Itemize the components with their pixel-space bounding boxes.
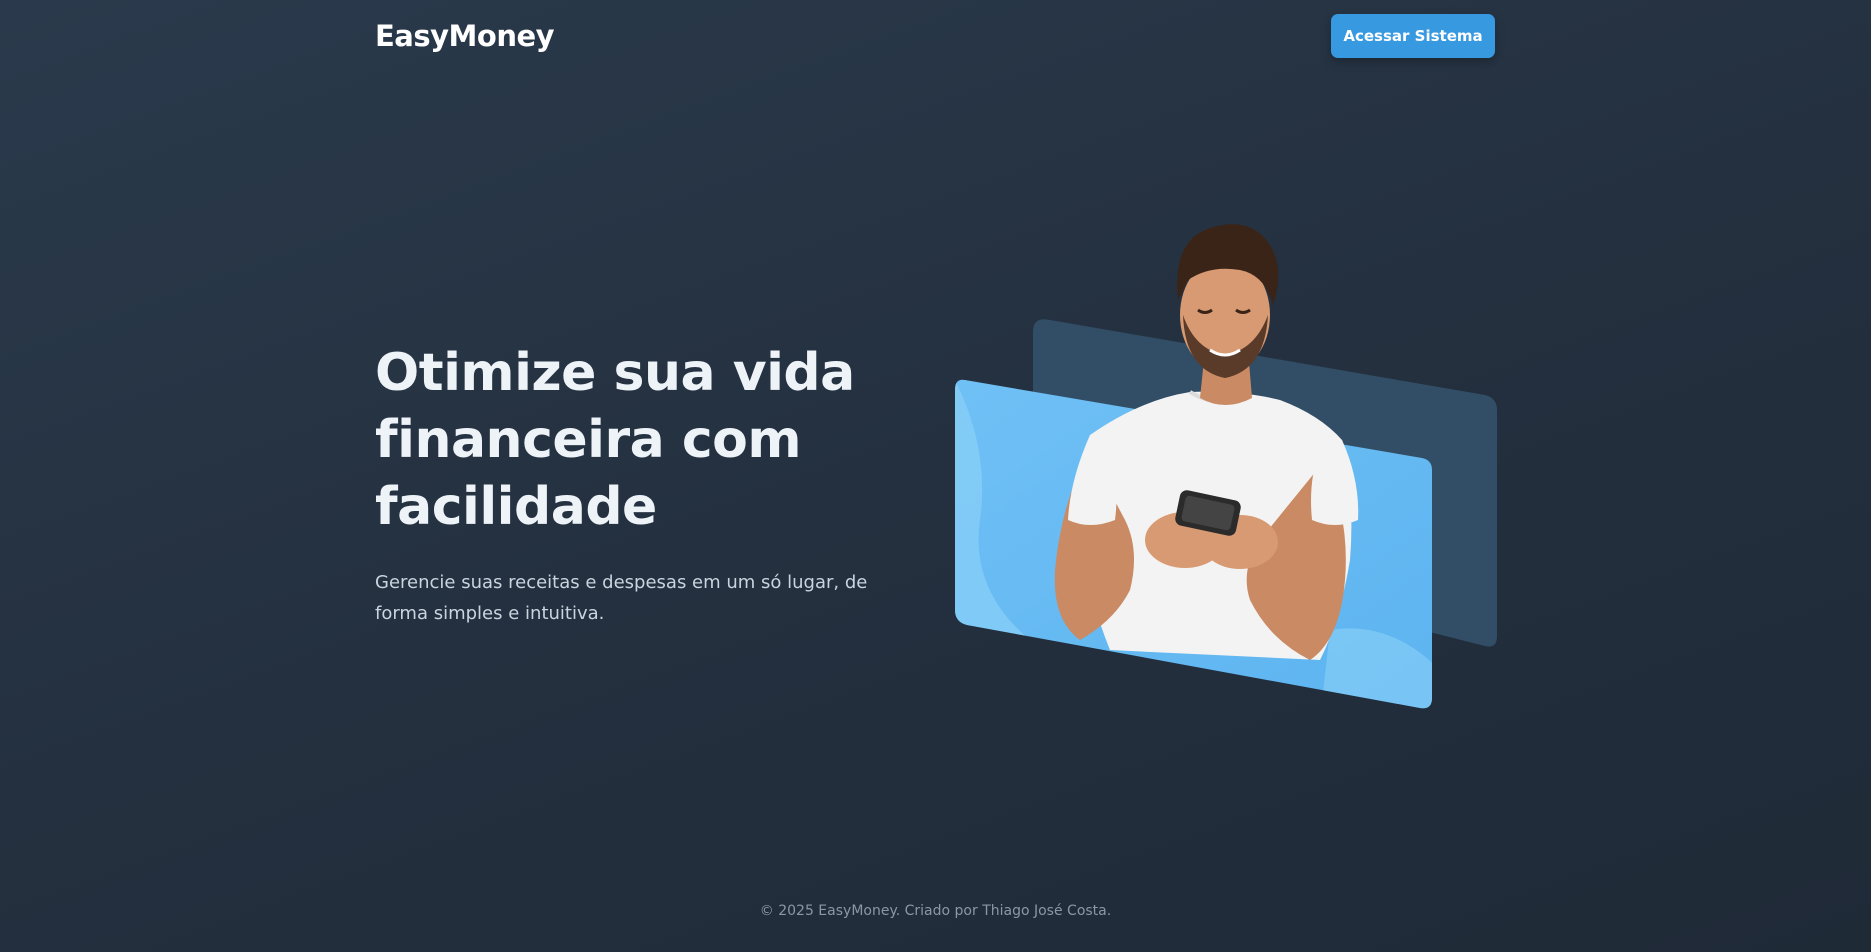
footer-copyright: © 2025 EasyMoney. Criado por Thiago José… (759, 903, 1112, 919)
hero-subtext: Gerencie suas receitas e despesas em um … (375, 572, 868, 624)
hero-headline: Otimize sua vida financeira com facilida… (375, 343, 855, 537)
person-with-phone-illustration (955, 224, 1497, 709)
brand-logo[interactable]: EasyMoney (375, 19, 555, 53)
access-system-button[interactable]: Acessar Sistema (1331, 14, 1495, 58)
